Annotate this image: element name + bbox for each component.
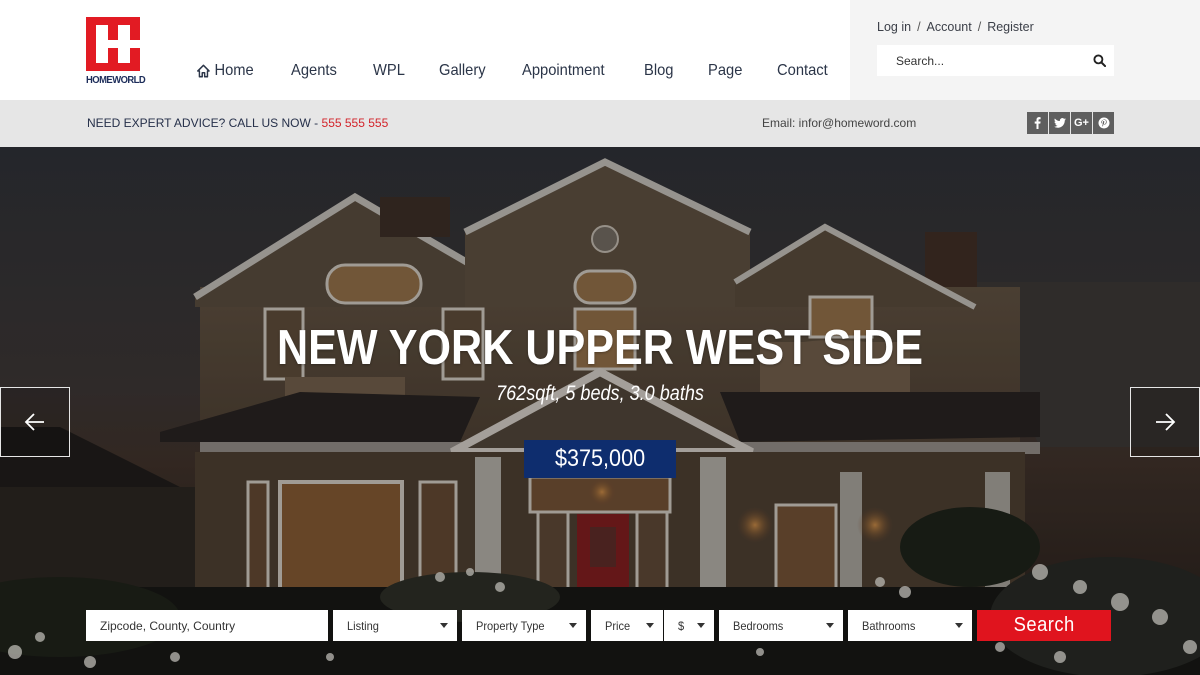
property-type-select[interactable]: Property Type	[462, 610, 586, 641]
listing-select-label: Listing	[347, 618, 379, 633]
property-type-select-label: Property Type	[476, 618, 545, 633]
hero-subtitle: 762sqft, 5 beds, 3.0 baths	[496, 382, 704, 405]
nav-item-label: Blog	[643, 62, 674, 79]
price-select[interactable]: Price	[591, 610, 663, 641]
call-us-label: NEED EXPERT ADVICE? CALL US NOW -	[87, 116, 322, 130]
bathrooms-select-label: Bathrooms	[862, 618, 916, 633]
info-bar: NEED EXPERT ADVICE? CALL US NOW - 555 55…	[0, 100, 1200, 147]
separator: /	[917, 20, 921, 34]
hero-slider: NEW YORK UPPER WEST SIDE 762sqft, 5 beds…	[0, 147, 1200, 675]
hero-price-badge: $375,000	[524, 440, 676, 478]
listing-select[interactable]: Listing	[333, 610, 457, 641]
site-header: HOMEWORLD Home Agents WPL Gallery Appoin…	[0, 0, 1200, 100]
caret-down-icon	[697, 623, 705, 628]
bedrooms-select[interactable]: Bedrooms	[719, 610, 843, 641]
pinterest-icon	[1098, 117, 1109, 129]
nav-item-label: Home	[214, 62, 254, 79]
nav-item-wpl[interactable]: WPL	[373, 62, 405, 80]
logo-mark-icon	[86, 17, 140, 71]
caret-down-icon	[440, 623, 448, 628]
pinterest-button[interactable]	[1093, 112, 1114, 134]
google-plus-button[interactable]: G+	[1071, 112, 1092, 134]
nav-item-label: Page	[707, 62, 743, 79]
nav-item-label: Agents	[290, 62, 337, 79]
login-link[interactable]: Log in	[877, 20, 911, 34]
nav-item-label: Gallery	[439, 62, 486, 79]
arrow-right-icon	[1156, 413, 1176, 431]
caret-down-icon	[569, 623, 577, 628]
twitter-icon	[1053, 118, 1066, 128]
location-field	[86, 610, 328, 641]
logo-wordmark: HOMEWORLD	[86, 74, 146, 86]
twitter-button[interactable]	[1049, 112, 1070, 134]
nav-item-label: Appointment	[521, 62, 605, 79]
nav-item-page[interactable]: Page	[708, 62, 742, 80]
arrow-left-icon	[24, 413, 44, 431]
caret-down-icon	[955, 623, 963, 628]
facebook-button[interactable]	[1027, 112, 1048, 134]
call-us-text: NEED EXPERT ADVICE? CALL US NOW - 555 55…	[87, 116, 388, 130]
contact-email[interactable]: Email: infor@homeword.com	[762, 116, 916, 130]
currency-select[interactable]: $	[664, 610, 714, 641]
nav-item-label: Contact	[777, 62, 828, 79]
nav-item-agents[interactable]: Agents	[291, 62, 337, 80]
home-icon	[197, 64, 210, 78]
bathrooms-select[interactable]: Bathrooms	[848, 610, 972, 641]
nav-item-blog[interactable]: Blog	[644, 62, 673, 80]
nav-item-home[interactable]: Home	[197, 62, 254, 80]
brand-logo[interactable]: HOMEWORLD	[86, 17, 146, 87]
search-submit-label: Search	[1013, 614, 1075, 636]
nav-item-label: WPL	[372, 62, 405, 79]
register-link[interactable]: Register	[987, 20, 1034, 34]
nav-item-gallery[interactable]: Gallery	[439, 62, 486, 80]
currency-select-label: $	[678, 618, 685, 633]
price-select-label: Price	[605, 618, 631, 633]
bedrooms-select-label: Bedrooms	[733, 618, 784, 633]
caret-down-icon	[646, 623, 654, 628]
slider-prev-button[interactable]	[0, 387, 70, 457]
header-search	[877, 45, 1114, 76]
search-icon[interactable]	[1093, 54, 1106, 67]
account-links: Log in / Account / Register	[877, 20, 1034, 34]
facebook-icon	[1034, 117, 1041, 129]
search-submit-button[interactable]: Search	[977, 610, 1111, 641]
caret-down-icon	[826, 623, 834, 628]
slider-next-button[interactable]	[1130, 387, 1200, 457]
google-plus-icon: G+	[1074, 117, 1089, 129]
account-link[interactable]: Account	[927, 20, 972, 34]
hero-title: NEW YORK UPPER WEST SIDE	[276, 321, 924, 375]
main-nav: Home Agents WPL Gallery Appointment Blog…	[197, 62, 864, 80]
header-search-input[interactable]	[896, 53, 1086, 68]
location-input[interactable]	[100, 618, 320, 633]
nav-item-contact[interactable]: Contact	[777, 62, 828, 80]
hero-overlay	[0, 147, 1200, 675]
social-links: G+	[1027, 112, 1114, 134]
price-value: $375,000	[554, 445, 646, 472]
nav-item-appointment[interactable]: Appointment	[522, 62, 605, 80]
phone-number[interactable]: 555 555 555	[322, 116, 389, 130]
separator: /	[977, 20, 982, 34]
